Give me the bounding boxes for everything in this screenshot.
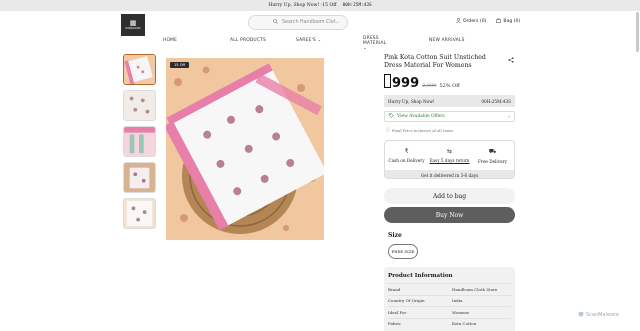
info-row: Brand Handloom Cloth Store (388, 283, 511, 295)
info-icon: ⓘ (386, 127, 390, 132)
feature-cod: ₹ Cash on Delivery (385, 141, 428, 170)
info-row: Ideal For Womens (388, 306, 511, 318)
search-placeholder: Search Handloom Clot... (282, 20, 341, 25)
info-key: Ideal For (388, 309, 407, 315)
hurry-banner: Hurry Up, Shop Now! 00H:25M:43S (384, 95, 515, 107)
scrollbar[interactable] (636, 12, 639, 52)
orders-label: Orders (0) (463, 19, 487, 24)
info-key: Brand (388, 286, 401, 292)
price-row: 999 2,099 52% Off (384, 74, 460, 91)
feature-label: Free Delivery (478, 158, 507, 164)
feature-returns[interactable]: ⇆ Easy 5 days return (428, 141, 471, 170)
thumbnail[interactable] (123, 198, 156, 229)
thumbnail[interactable] (123, 162, 156, 193)
bag-icon (496, 18, 501, 25)
info-heading: Product Information (388, 273, 453, 279)
exchange-icon: ⇆ (446, 148, 453, 155)
info-key: Country Of Origin (388, 298, 425, 304)
info-row: Country Of Origin India (388, 294, 511, 307)
info-value: Womens (452, 309, 470, 315)
watermark-text: ScanMalware (586, 312, 620, 318)
thumbnail-image (124, 55, 155, 84)
product-photo (166, 58, 324, 240)
view-offers-button[interactable]: View Available Offers › (384, 111, 515, 122)
feature-label: Cash on Delivery (388, 158, 425, 163)
buy-now-button[interactable]: Buy Now (384, 207, 515, 223)
header-actions: Orders (0) Bag (0) (456, 18, 520, 25)
bag-label: Bag (0) (503, 19, 521, 24)
info-row: Fabric Kota Cotton (388, 317, 511, 330)
hurry-timer: 00H:25M:43S (481, 98, 511, 104)
offers-label: View Available Offers (397, 114, 445, 119)
promo-text: Hurry Up, Shop Now! ·15 Off (268, 3, 337, 8)
thumbnail-image (124, 199, 155, 228)
orders-link[interactable]: Orders (0) (456, 18, 486, 25)
thumbnail-image (124, 127, 155, 156)
final-price-text: Final Price inclusive of all taxes (391, 127, 454, 133)
delivery-estimate: Get it delivered in 3-6 days (385, 170, 514, 178)
watermark: ScanMalware (578, 311, 619, 319)
discount-badge: 15 Off (170, 62, 190, 68)
rupee-icon: ₹ (404, 148, 409, 155)
user-icon (456, 18, 461, 25)
hurry-text: Hurry Up, Shop Now! (388, 98, 435, 104)
logo-text: HANDLOOM (125, 27, 141, 30)
final-price-note: ⓘ Final Price inclusive of all taxes (386, 127, 453, 133)
feature-label: Easy 5 days return (429, 158, 470, 163)
product-details: Pink Kota Cotton Suit Unstiched Dress Ma… (384, 54, 516, 331)
thumbnail-image (124, 91, 155, 120)
thumbnail[interactable] (123, 126, 156, 157)
nav-item-new-arrivals[interactable]: NEW ARRIVALS (429, 38, 465, 44)
thumbnail[interactable] (123, 90, 156, 121)
bag-link[interactable]: Bag (0) (496, 18, 520, 25)
main-product-image[interactable] (166, 58, 324, 240)
nav-item-all-products[interactable]: ALL PRODUCTS (230, 38, 266, 44)
main-nav: HOME ALL PRODUCTS SAREE'S ⌄ DRESS MATERI… (0, 36, 640, 51)
info-value: India (452, 298, 463, 304)
truck-icon: ⛟ (488, 147, 497, 155)
sale-price: 999 (384, 74, 419, 91)
size-heading: Size (388, 232, 402, 239)
original-price: 2,099 (422, 83, 437, 89)
nav-item-sarees-label: SAREE'S (296, 38, 316, 43)
nav-item-dress-material-label: DRESS MATERIAL (363, 36, 387, 46)
chevron-right-icon: › (508, 113, 510, 120)
shield-icon (578, 311, 584, 319)
tag-icon (389, 113, 394, 120)
promo-timer: 00H:25M:43S (342, 3, 372, 8)
info-value: Handloom Cloth Store (452, 286, 498, 292)
nav-item-sarees[interactable]: SAREE'S ⌄ (296, 38, 322, 44)
service-features: ₹ Cash on Delivery ⇆ Easy 5 days return … (384, 140, 515, 179)
size-option-free-size[interactable]: FREE SIZE (388, 244, 418, 259)
thumbnail-gallery (123, 54, 157, 234)
add-to-bag-button[interactable]: Add to bag (384, 188, 515, 204)
nav-item-home[interactable]: HOME (163, 38, 177, 44)
promo-bar: Hurry Up, Shop Now! ·15 Off 00H:25M:43S (0, 0, 640, 11)
search-icon (273, 19, 278, 26)
chevron-down-icon: ⌄ (363, 45, 367, 51)
logo-mark: ▦ (129, 19, 137, 27)
thumbnail-image (124, 163, 155, 192)
chevron-down-icon: ⌄ (317, 38, 322, 43)
product-title: Pink Kota Cotton Suit Unstiched Dress Ma… (384, 54, 486, 69)
store-logo[interactable]: ▦ HANDLOOM (121, 14, 145, 36)
product-information: Product Information Brand Handloom Cloth … (384, 267, 515, 331)
site-header: ▦ HANDLOOM Search Handloom Clot... Order… (0, 11, 640, 37)
feature-free-delivery: ⛟ Free Delivery (471, 141, 514, 170)
discount-percent: 52% Off (439, 83, 460, 89)
share-icon[interactable] (508, 57, 514, 65)
nav-item-dress-material[interactable]: DRESS MATERIAL ⌄ (363, 36, 391, 51)
search-input[interactable]: Search Handloom Clot... (248, 15, 348, 30)
info-value: Kota Cotton (452, 321, 477, 327)
thumbnail[interactable] (123, 54, 156, 85)
info-key: Fabric (388, 321, 401, 327)
